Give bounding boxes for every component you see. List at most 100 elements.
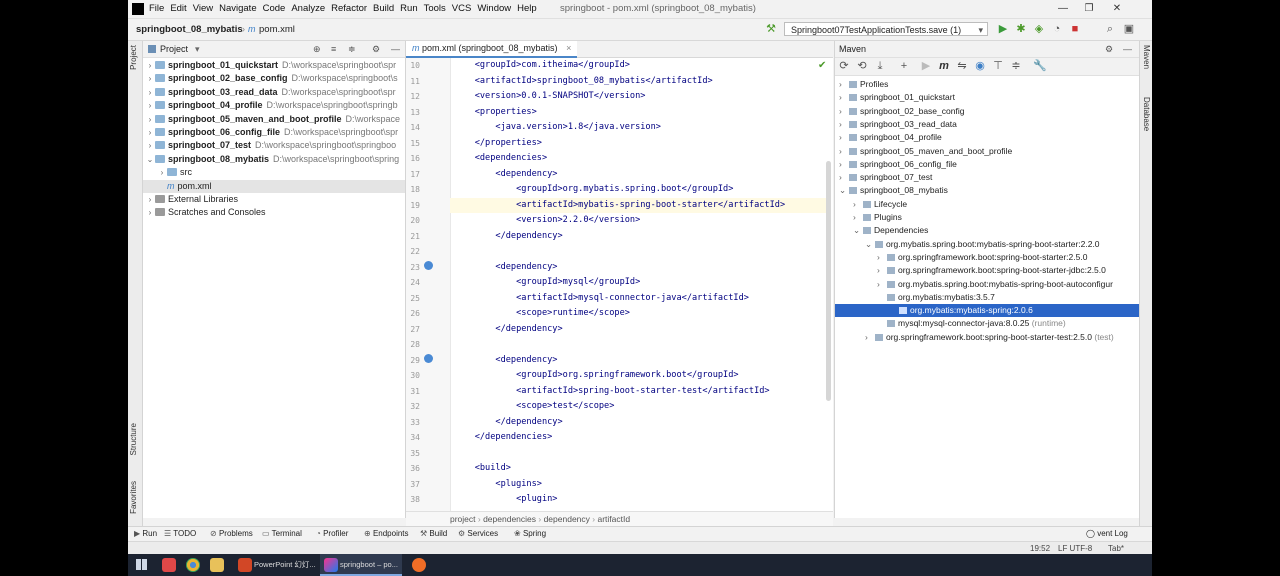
- maven-tree-row[interactable]: › Lifecycle: [835, 198, 1139, 211]
- maven-tree-row[interactable]: org.mybatis:mybatis:3.5.7: [835, 291, 1139, 304]
- breadcrumb-file[interactable]: pom.xml: [259, 19, 295, 40]
- close-icon[interactable]: ×: [566, 43, 571, 53]
- chevron-right-icon[interactable]: ›: [877, 278, 887, 291]
- tree-row-external-libraries[interactable]: › External Libraries: [143, 193, 405, 206]
- maven-tree-row[interactable]: › Profiles: [835, 78, 1139, 91]
- maven-tree-row[interactable]: mysql:mysql-connector-java:8.0.25 (runti…: [835, 317, 1139, 330]
- intellij-icon[interactable]: [324, 558, 338, 572]
- folder-icon[interactable]: [210, 558, 224, 572]
- app-icon[interactable]: [162, 558, 176, 572]
- menu-item-file[interactable]: File: [146, 0, 167, 18]
- chevron-right-icon[interactable]: ›: [839, 91, 849, 104]
- chevron-right-icon[interactable]: ›: [853, 211, 863, 224]
- tool-tab-run[interactable]: ▶ Run: [134, 527, 157, 541]
- expand-icon[interactable]: ≑: [348, 41, 356, 57]
- app-icon[interactable]: [412, 558, 426, 572]
- maven-tree-row[interactable]: › springboot_07_test: [835, 171, 1139, 184]
- menu-item-vcs[interactable]: VCS: [449, 0, 475, 18]
- chevron-right-icon[interactable]: ›: [839, 145, 849, 158]
- menu-item-refactor[interactable]: Refactor: [328, 0, 370, 18]
- tool-tab-services[interactable]: ⚙ Services: [458, 527, 498, 541]
- wrench-icon[interactable]: 🔧: [1033, 59, 1047, 73]
- maven-tree-row[interactable]: › springboot_02_base_config: [835, 105, 1139, 118]
- download-icon[interactable]: ⤓: [873, 59, 887, 73]
- tool-tab-problems[interactable]: ⊘ Problems: [210, 527, 253, 541]
- chevron-right-icon[interactable]: ›: [145, 113, 155, 126]
- tree-row-scratches[interactable]: › Scratches and Consoles: [143, 206, 405, 219]
- add-icon[interactable]: +: [897, 59, 911, 73]
- tool-tab-spring[interactable]: ❀ Spring: [514, 527, 546, 541]
- maven-tree-row[interactable]: › springboot_03_read_data: [835, 118, 1139, 131]
- menu-item-tools[interactable]: Tools: [421, 0, 449, 18]
- chevron-right-icon[interactable]: ›: [839, 78, 849, 91]
- taskbar-intellij[interactable]: springboot – po...: [340, 556, 398, 574]
- chevron-right-icon[interactable]: ›: [839, 105, 849, 118]
- chevron-right-icon[interactable]: ›: [853, 198, 863, 211]
- chevron-right-icon[interactable]: ›: [839, 131, 849, 144]
- tree-row-module[interactable]: › springboot_06_config_file D:\workspace\s…: [143, 126, 405, 139]
- code-area[interactable]: <groupId>com.itheima</groupId> <artifact…: [450, 58, 830, 518]
- maven-tree-row[interactable]: › springboot_05_maven_and_boot_profile: [835, 145, 1139, 158]
- menu-item-window[interactable]: Window: [474, 0, 514, 18]
- editor-breadcrumb-item[interactable]: project: [450, 514, 476, 524]
- tool-tab-terminal[interactable]: ▭ Terminal: [262, 527, 302, 541]
- collapse-icon[interactable]: ≡: [331, 41, 336, 57]
- maven-tree-row[interactable]: › springboot_06_config_file: [835, 158, 1139, 171]
- reload-icon[interactable]: ⟳: [837, 59, 851, 73]
- chevron-right-icon[interactable]: ›: [145, 99, 155, 112]
- chevron-right-icon[interactable]: ›: [145, 86, 155, 99]
- project-panel-title[interactable]: Project: [160, 41, 188, 57]
- run-config-select[interactable]: Springboot07TestApplicationTests.save (1…: [784, 22, 988, 36]
- coverage-icon[interactable]: ◈: [1032, 22, 1046, 36]
- toggle-offline-icon[interactable]: ⇋: [955, 59, 969, 73]
- favorites-tool-tab[interactable]: Favorites: [129, 481, 138, 514]
- tree-row-module[interactable]: › springboot_05_maven_and_boot_profile D:\…: [143, 113, 405, 126]
- structure-tool-tab[interactable]: Structure: [129, 423, 138, 455]
- chevron-right-icon[interactable]: ›: [877, 264, 887, 277]
- breadcrumb-project[interactable]: springboot_08_mybatis: [136, 19, 243, 40]
- chevron-right-icon[interactable]: ›: [145, 139, 155, 152]
- debug-icon[interactable]: ✱: [1014, 22, 1028, 36]
- indent-status[interactable]: Tab*: [1108, 542, 1124, 554]
- editor-breadcrumb-item[interactable]: dependency: [544, 514, 590, 524]
- tool-tab-build[interactable]: ⚒ Build: [420, 527, 447, 541]
- chevron-down-icon[interactable]: ▾: [195, 41, 200, 57]
- tree-row-module[interactable]: › springboot_01_quickstart D:\workspace\sp…: [143, 59, 405, 72]
- maven-tree-row[interactable]: ⌄ Dependencies: [835, 224, 1139, 237]
- start-icon[interactable]: [136, 559, 147, 570]
- menu-item-run[interactable]: Run: [397, 0, 420, 18]
- maven-tree-row[interactable]: › Plugins: [835, 211, 1139, 224]
- chevron-right-icon[interactable]: ›: [145, 72, 155, 85]
- cursor-position[interactable]: 19:52: [1030, 542, 1050, 554]
- chevron-right-icon[interactable]: ›: [145, 59, 155, 72]
- maven-tree-row[interactable]: ⌄ org.mybatis.spring.boot:mybatis-spring-…: [835, 238, 1139, 251]
- tree-row-module[interactable]: › springboot_04_profile D:\workspace\sprin…: [143, 99, 405, 112]
- tree-row-src[interactable]: › src: [143, 166, 405, 179]
- database-tool-tab[interactable]: Database: [1142, 97, 1151, 131]
- run-icon[interactable]: ▶: [919, 59, 933, 73]
- menu-item-code[interactable]: Code: [260, 0, 289, 18]
- menu-item-help[interactable]: Help: [514, 0, 540, 18]
- maven-tree-row[interactable]: › org.springframework.boot:spring-boot-st…: [835, 331, 1139, 344]
- powerpoint-icon[interactable]: [238, 558, 252, 572]
- menu-item-build[interactable]: Build: [370, 0, 397, 18]
- generate-sources-icon[interactable]: ⟲: [855, 59, 869, 73]
- editor-breadcrumb-item[interactable]: dependencies: [483, 514, 536, 524]
- chevron-right-icon[interactable]: ›: [157, 166, 167, 179]
- menu-item-navigate[interactable]: Navigate: [216, 0, 260, 18]
- locate-icon[interactable]: ⊕: [313, 41, 321, 57]
- maven-tree-row[interactable]: › org.springframework.boot:spring-boot-st…: [835, 251, 1139, 264]
- search-icon[interactable]: ⌕: [1103, 22, 1117, 36]
- menu-item-analyze[interactable]: Analyze: [288, 0, 328, 18]
- maven-tree-row[interactable]: org.mybatis:mybatis-spring:2.0.6: [835, 304, 1139, 318]
- maven-tree-row[interactable]: › org.mybatis.spring.boot:mybatis-spring-…: [835, 278, 1139, 291]
- chevron-right-icon[interactable]: ›: [839, 158, 849, 171]
- tab-pom-xml[interactable]: m pom.xml (springboot_08_mybatis) ×: [406, 41, 578, 58]
- tool-tab-profiler[interactable]: ◔ Profiler: [316, 527, 348, 541]
- chevron-right-icon[interactable]: ›: [839, 171, 849, 184]
- encoding-status[interactable]: LF UTF-8: [1058, 542, 1092, 554]
- project-tool-tab[interactable]: Project: [129, 45, 138, 70]
- event-log-tab[interactable]: ◯ vent Log: [1086, 527, 1128, 541]
- chevron-down-icon[interactable]: ⌄: [853, 224, 863, 237]
- run-icon[interactable]: ▶: [996, 22, 1010, 36]
